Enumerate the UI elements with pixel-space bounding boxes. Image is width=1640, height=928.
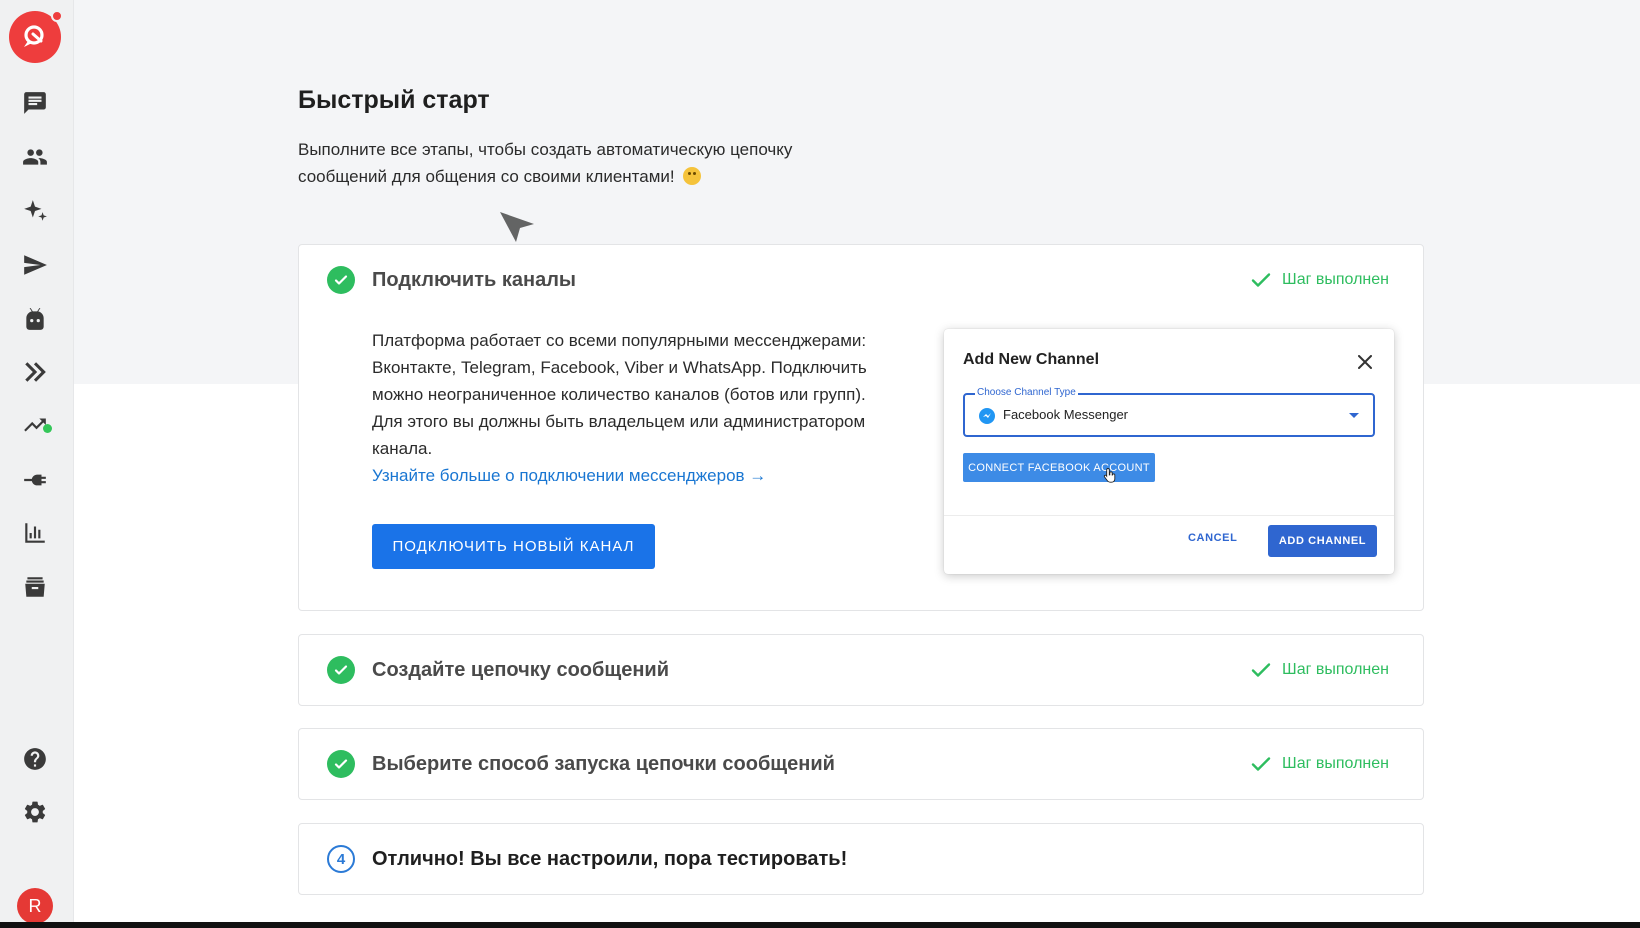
step-title: Создайте цепочку сообщений (372, 659, 670, 681)
smile-emoji-icon (683, 167, 702, 185)
dialog-title: Add New Channel (963, 351, 1100, 368)
connect-new-channel-button[interactable]: ПОДКЛЮЧИТЬ НОВЫЙ КАНАЛ (372, 524, 655, 569)
learn-more-link[interactable]: Узнайте больше о подключении мессенджеро… (372, 462, 766, 489)
page-subtitle-line2: сообщений для общения со своими клиентам… (298, 167, 675, 186)
step-status: Шаг выполнен (1250, 269, 1389, 291)
channel-type-select[interactable]: Choose Channel Type Facebook Messenger (963, 387, 1375, 437)
step-status-label: Шаг выполнен (1282, 661, 1389, 678)
plug-icon (24, 474, 46, 486)
double-chevron-icon (25, 362, 46, 382)
sidebar-item-automation[interactable] (20, 196, 50, 226)
bottom-bar (0, 922, 1640, 928)
messenger-icon (979, 408, 995, 424)
logo-mark-icon (24, 25, 44, 47)
step-complete-badge (327, 266, 355, 294)
users-icon (23, 149, 47, 165)
step-card-launch-method[interactable]: Выберите способ запуска цепочки сообщени… (298, 728, 1424, 800)
step-card-connect-channels: Подключить каналы Шаг выполнен Платформа… (298, 244, 1424, 611)
checkmark-icon (1251, 757, 1271, 771)
check-icon (334, 665, 348, 675)
sidebar-item-chats[interactable] (20, 88, 50, 118)
page-title: Быстрый старт (298, 86, 490, 114)
check-icon (334, 275, 348, 285)
gear-icon (24, 801, 46, 823)
avatar-letter: R (28, 895, 42, 916)
mouse-cursor-icon (500, 212, 534, 242)
sidebar-item-storage[interactable] (20, 572, 50, 602)
app-logo[interactable] (9, 10, 63, 63)
check-icon (334, 759, 348, 769)
add-channel-dialog: Add New Channel Choose Channel Type Face… (944, 329, 1394, 574)
step-number-badge: 4 (327, 845, 355, 873)
user-avatar[interactable]: R (17, 888, 53, 924)
dialog-divider (944, 515, 1394, 516)
send-icon (24, 255, 47, 275)
growth-status-dot (43, 424, 52, 433)
sidebar-item-settings[interactable] (20, 797, 50, 827)
step-card-create-chain[interactable]: Создайте цепочку сообщений Шаг выполнен (298, 634, 1424, 706)
close-icon (1358, 355, 1372, 369)
sidebar-item-broadcasts[interactable] (20, 250, 50, 280)
step-title: Выберите способ запуска цепочки сообщени… (372, 753, 835, 775)
channel-type-label: Choose Channel Type (975, 387, 1078, 398)
chat-icon (24, 92, 46, 114)
step-title: Отлично! Вы все настроили, пора тестиров… (372, 848, 848, 870)
page-subtitle: Выполните все этапы, чтобы создать автом… (298, 136, 858, 190)
step-description: Платформа работает со всеми популярными … (372, 327, 882, 489)
step-status-label: Шаг выполнен (1282, 271, 1389, 288)
step-complete-badge (327, 656, 355, 684)
sidebar-item-bots[interactable] (20, 304, 50, 334)
sidebar-item-help[interactable] (20, 744, 50, 774)
help-icon (24, 748, 46, 770)
sidebar-item-analytics[interactable] (20, 518, 50, 548)
checkmark-icon (1251, 663, 1271, 677)
channel-type-value: Facebook Messenger (1003, 407, 1129, 422)
connect-facebook-button[interactable]: CONNECT FACEBOOK ACCOUNT (963, 453, 1155, 482)
sidebar-item-audience[interactable] (20, 142, 50, 172)
bot-icon (26, 308, 44, 330)
sidebar: R (0, 0, 74, 924)
step-complete-badge (327, 750, 355, 778)
step-title[interactable]: Подключить каналы (372, 269, 576, 292)
step-description-text: Платформа работает со всеми популярными … (372, 331, 867, 458)
sparkle-icon (24, 200, 47, 221)
hand-cursor-icon (1103, 468, 1116, 483)
checkmark-icon (1251, 273, 1271, 287)
cancel-button[interactable]: CANCEL (1188, 532, 1237, 544)
sidebar-item-funnels[interactable] (20, 357, 50, 387)
bar-chart-icon (25, 523, 45, 543)
chevron-down-icon (1349, 413, 1359, 418)
logo-notification-dot (51, 10, 63, 22)
archive-icon (25, 577, 45, 597)
sidebar-item-integrations[interactable] (20, 465, 50, 495)
step-status-label: Шаг выполнен (1282, 755, 1389, 772)
add-channel-button[interactable]: ADD CHANNEL (1268, 525, 1377, 557)
step-card-test[interactable]: 4 Отлично! Вы все настроили, пора тестир… (298, 823, 1424, 895)
dialog-close-button[interactable] (1354, 351, 1376, 373)
page-subtitle-line1: Выполните все этапы, чтобы создать автом… (298, 140, 793, 159)
step-status: Шаг выполнен (1250, 753, 1389, 775)
step-status: Шаг выполнен (1250, 659, 1389, 681)
